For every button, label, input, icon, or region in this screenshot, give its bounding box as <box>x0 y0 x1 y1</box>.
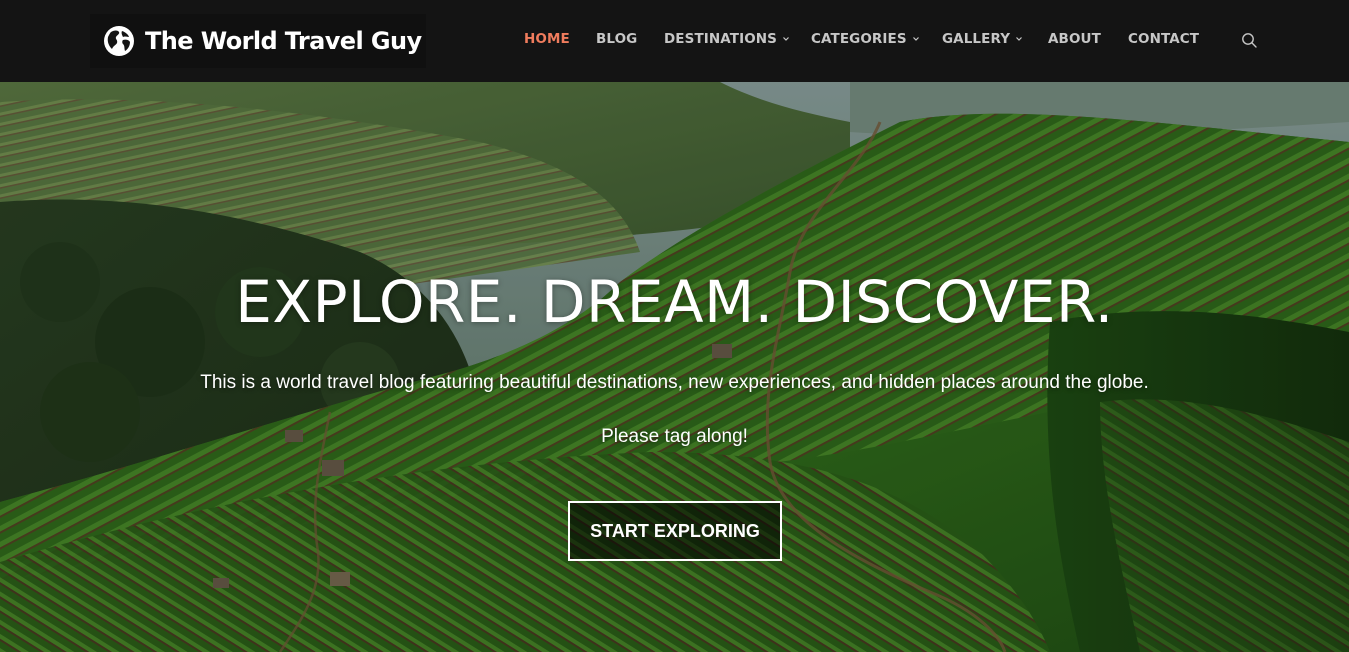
chevron-down-icon <box>912 37 919 41</box>
hero-overlay <box>0 82 1349 652</box>
nav-blog[interactable]: BLOG <box>596 31 637 47</box>
hero-subtitle: This is a world travel blog featuring be… <box>200 372 1149 393</box>
nav-home-label: HOME <box>524 31 570 47</box>
hero-tagline: Please tag along! <box>601 426 748 447</box>
start-exploring-button[interactable]: START EXPLORING <box>568 501 782 561</box>
nav-categories[interactable]: CATEGORIES <box>811 31 920 47</box>
nav-home[interactable]: HOME <box>524 31 570 47</box>
nav-contact-label: CONTACT <box>1128 31 1200 47</box>
site-header: The World Travel Guy HOME BLOG DESTINATI… <box>0 0 1349 82</box>
hero-section: EXPLORE. DREAM. DISCOVER. This is a worl… <box>0 82 1349 652</box>
hero-title: EXPLORE. DREAM. DISCOVER. <box>235 268 1114 336</box>
nav-blog-label: BLOG <box>596 31 638 47</box>
nav-destinations[interactable]: DESTINATIONS <box>664 31 790 47</box>
search-icon[interactable] <box>1241 32 1258 49</box>
chevron-down-icon <box>1016 37 1023 41</box>
nav-gallery[interactable]: GALLERY <box>942 31 1023 47</box>
nav-categories-label: CATEGORIES <box>811 31 907 47</box>
nav-about-label: ABOUT <box>1048 31 1101 47</box>
nav-gallery-label: GALLERY <box>942 31 1011 47</box>
chevron-down-icon <box>783 37 789 41</box>
nav-about[interactable]: ABOUT <box>1048 31 1101 47</box>
nav-destinations-label: DESTINATIONS <box>664 31 778 47</box>
nav-contact[interactable]: CONTACT <box>1128 31 1199 47</box>
main-nav: HOME BLOG DESTINATIONS CATEGORIES GALLER… <box>0 0 1349 82</box>
